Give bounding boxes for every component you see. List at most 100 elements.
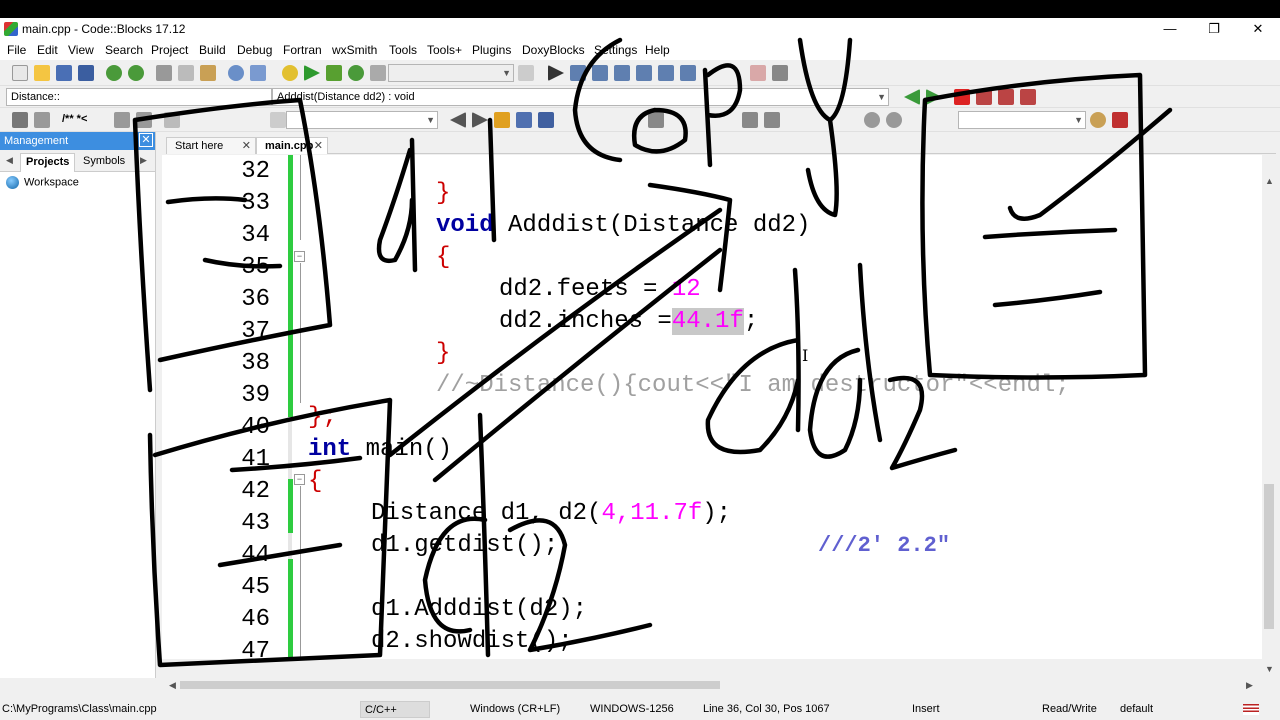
jump-back-icon[interactable] [904,89,920,105]
debug-run-icon[interactable] [548,65,564,81]
step-out-icon[interactable] [636,65,652,81]
horizontal-scroll-thumb[interactable] [180,681,720,689]
doxywizard-icon[interactable] [12,112,28,128]
menu-build[interactable]: Build [199,43,226,57]
search-prev-icon[interactable] [450,112,466,128]
abort-icon[interactable] [370,65,386,81]
menu-edit[interactable]: Edit [37,43,58,57]
build-gear-icon[interactable] [282,65,298,81]
scroll-right-icon[interactable]: ▶ [1246,680,1253,691]
extract-docs-icon[interactable] [34,112,50,128]
image-icon[interactable] [648,112,664,128]
tab-scroll-left-icon[interactable]: ◀ [6,155,13,166]
menu-settings[interactable]: Settings [594,43,637,57]
next-bookmark-icon[interactable] [998,89,1014,105]
redo-icon[interactable] [128,65,144,81]
tab-symbols[interactable]: Symbols [78,153,130,172]
clear-bookmarks-icon[interactable] [1020,89,1036,105]
tab-main-cpp[interactable]: main.cpp ✕ [256,137,328,154]
run-to-cursor-icon[interactable] [570,65,586,81]
zoom-in-icon[interactable] [864,112,880,128]
doxy-config-icon[interactable] [164,112,180,128]
html-docs-icon[interactable] [114,112,130,128]
scroll-down-icon[interactable]: ▼ [1265,664,1274,674]
vertical-scrollbar[interactable]: ▲ ▼ [1262,174,1276,678]
highlight-pen-icon[interactable] [494,112,510,128]
tab-start-here[interactable]: Start here ✕ [166,137,256,154]
build-and-run-icon[interactable] [326,65,342,81]
menu-file[interactable]: File [7,43,26,57]
step-into-icon[interactable] [614,65,630,81]
jump-forward-icon[interactable] [926,89,942,105]
toggle-bookmark-icon[interactable] [954,89,970,105]
menu-view[interactable]: View [68,43,94,57]
run-icon[interactable] [304,65,320,81]
highlight-icon[interactable] [270,112,286,128]
fold-toggle-icon[interactable]: − [294,474,305,485]
undo-icon[interactable] [106,65,122,81]
line-number: 33 [241,190,270,217]
build-options-icon[interactable] [518,65,534,81]
find-icon[interactable] [228,65,244,81]
layout2-icon[interactable] [764,112,780,128]
menu-fortran[interactable]: Fortran [283,43,322,57]
doxy-comment-label[interactable]: /** *< [62,113,87,125]
step-instruction-icon[interactable] [680,65,696,81]
settings-tool-icon[interactable] [1112,112,1128,128]
tab-scroll-right-icon[interactable]: ▶ [140,155,147,166]
menu-tools[interactable]: Tools [389,43,417,57]
chm-docs-icon[interactable] [136,112,152,128]
vertical-scroll-thumb[interactable] [1264,484,1274,629]
zoom-out-icon[interactable] [886,112,902,128]
debug-windows-icon[interactable] [750,65,766,81]
save-icon[interactable] [56,65,72,81]
symbol-find-icon[interactable] [1090,112,1106,128]
horizontal-scrollbar[interactable]: ◀ ▶ [166,678,1262,692]
next-line-icon[interactable] [592,65,608,81]
management-close-icon[interactable]: ✕ [139,133,153,147]
layout-icon[interactable] [742,112,758,128]
replace-icon[interactable] [250,65,266,81]
scroll-left-icon[interactable]: ◀ [169,680,176,691]
symbol-search-input[interactable]: ▼ [958,111,1086,129]
prev-bookmark-icon[interactable] [976,89,992,105]
search-text-input[interactable]: ▼ [286,111,438,129]
rebuild-icon[interactable] [348,65,364,81]
restore-icon[interactable]: ❐ [1192,18,1236,40]
build-target-select[interactable]: ▼ [388,64,514,82]
new-file-icon[interactable] [12,65,28,81]
scroll-up-icon[interactable]: ▲ [1265,176,1274,186]
regex-icon[interactable] [516,112,532,128]
doxy-toolbar: /** *< ▼ ▼ [0,108,1280,132]
fold-toggle-icon[interactable]: − [294,251,305,262]
tab-projects[interactable]: Projects [20,153,76,172]
case-match-icon[interactable] [538,112,554,128]
paste-icon[interactable] [200,65,216,81]
minimize-icon[interactable]: — [1148,18,1192,40]
close-icon[interactable]: ✕ [1236,18,1280,40]
save-all-icon[interactable] [78,65,94,81]
scope-select[interactable]: Distance:: [6,88,272,106]
close-tab-icon[interactable]: ✕ [242,138,251,154]
next-instruction-icon[interactable] [658,65,674,81]
function-select[interactable]: Adddist(Distance dd2) : void ▼ [272,88,889,106]
menu-help[interactable]: Help [645,43,670,57]
code-line-33: void Adddist(Distance dd2) [436,212,810,239]
search-next-icon[interactable] [472,112,488,128]
code-line-41: { [308,468,323,495]
menu-project[interactable]: Project [151,43,188,57]
tree-item-workspace[interactable]: Workspace [6,176,79,189]
open-icon[interactable] [34,65,50,81]
menu-doxyblocks[interactable]: DoxyBlocks [522,43,585,57]
cut-icon[interactable] [156,65,172,81]
close-tab-icon[interactable]: ✕ [314,138,323,154]
debug-info-icon[interactable] [772,65,788,81]
menu-plugins[interactable]: Plugins [472,43,511,57]
status-file-path: C:\MyPrograms\Class\main.cpp [2,703,157,715]
menu-search[interactable]: Search [105,43,143,57]
copy-icon[interactable] [178,65,194,81]
menu-debug[interactable]: Debug [237,43,272,57]
menu-wxsmith[interactable]: wxSmith [332,43,377,57]
menu-tools-plus[interactable]: Tools+ [427,43,462,57]
code-editor[interactable]: 32 33 34 35 36 37 38 39 40 41 42 43 44 4… [162,155,1262,659]
